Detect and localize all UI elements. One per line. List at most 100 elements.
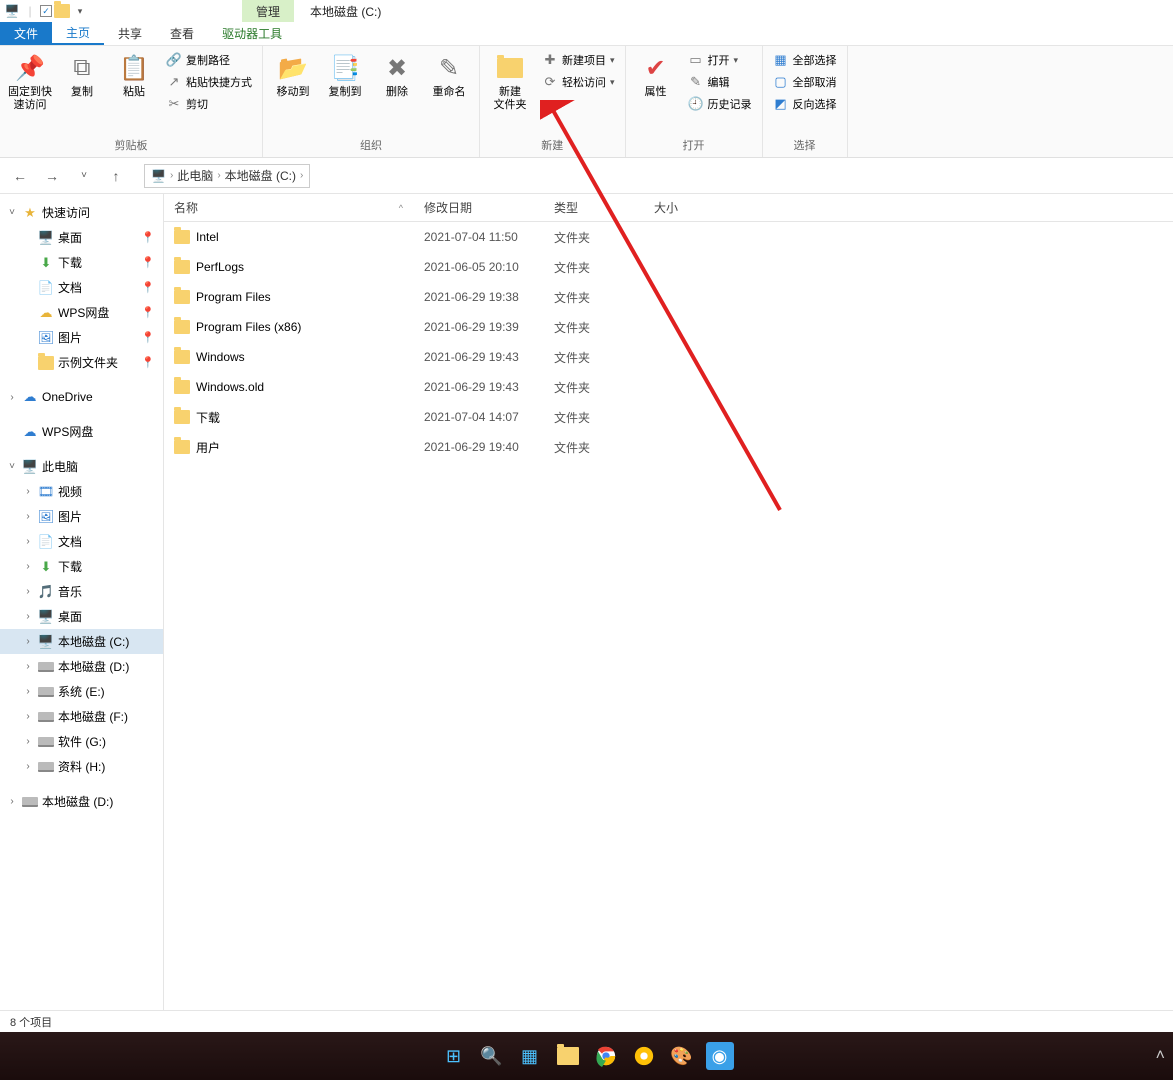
column-type[interactable]: 类型 bbox=[544, 194, 644, 221]
file-row[interactable]: Windows2021-06-29 19:43文件夹 bbox=[164, 342, 1173, 372]
new-folder-button[interactable]: 新建 文件夹 bbox=[486, 50, 534, 114]
expand-icon[interactable]: › bbox=[22, 636, 34, 647]
select-none-button[interactable]: ▢全部取消 bbox=[769, 72, 841, 92]
tree-quick-item[interactable]: 🖥️桌面📍 bbox=[0, 225, 163, 250]
expand-icon[interactable]: › bbox=[22, 486, 34, 497]
expand-icon[interactable]: › bbox=[6, 392, 18, 403]
start-button[interactable]: ⊞ bbox=[440, 1042, 468, 1070]
expand-icon[interactable]: › bbox=[22, 761, 34, 772]
column-date[interactable]: 修改日期 bbox=[414, 194, 544, 221]
rename-button[interactable]: ✎重命名 bbox=[425, 50, 473, 101]
tab-share[interactable]: 共享 bbox=[104, 22, 156, 45]
file-row[interactable]: Intel2021-07-04 11:50文件夹 bbox=[164, 222, 1173, 252]
edit-button[interactable]: ✎编辑 bbox=[684, 72, 756, 92]
tree-drive[interactable]: ›系统 (E:) bbox=[0, 679, 163, 704]
nav-back-button[interactable]: ← bbox=[8, 164, 32, 188]
copy-button[interactable]: ⧉复制 bbox=[58, 50, 106, 101]
cut-button[interactable]: ✂剪切 bbox=[162, 94, 256, 114]
tree-pc-item[interactable]: ›🎞视频 bbox=[0, 479, 163, 504]
tree-drive[interactable]: ›软件 (G:) bbox=[0, 729, 163, 754]
file-row[interactable]: 用户2021-06-29 19:40文件夹 bbox=[164, 432, 1173, 462]
tree-onedrive[interactable]: ›☁OneDrive bbox=[0, 385, 163, 409]
expand-icon[interactable]: › bbox=[22, 736, 34, 747]
desktop-icon: 🖥️ bbox=[38, 230, 54, 246]
tree-drive[interactable]: ›本地磁盘 (F:) bbox=[0, 704, 163, 729]
chrome-canary-taskbar-icon[interactable] bbox=[630, 1042, 658, 1070]
copy-path-button[interactable]: 🔗复制路径 bbox=[162, 50, 256, 70]
copy-to-button[interactable]: 📑复制到 bbox=[321, 50, 369, 101]
taskbar[interactable]: ⊞ 🔍 ▦ 🎨 ◉ ˄ bbox=[0, 1032, 1173, 1080]
file-row[interactable]: PerfLogs2021-06-05 20:10文件夹 bbox=[164, 252, 1173, 282]
nav-recent-button[interactable]: ˅ bbox=[72, 164, 96, 188]
tree-pc-item[interactable]: ›🖼图片 bbox=[0, 504, 163, 529]
qat-dropdown-icon[interactable]: ▾ bbox=[72, 3, 88, 19]
contextual-tab-manage[interactable]: 管理 bbox=[242, 0, 294, 22]
breadcrumb-this-pc[interactable]: 此电脑 bbox=[177, 167, 213, 184]
tree-this-pc[interactable]: ˅🖥️此电脑 bbox=[0, 454, 163, 479]
expand-icon[interactable]: › bbox=[6, 796, 18, 807]
task-view-button[interactable]: ▦ bbox=[516, 1042, 544, 1070]
expand-icon[interactable]: ˅ bbox=[6, 461, 18, 472]
tree-drive[interactable]: ›资料 (H:) bbox=[0, 754, 163, 779]
tree-quick-item[interactable]: 📄文档📍 bbox=[0, 275, 163, 300]
tree-pc-item[interactable]: ›🎵音乐 bbox=[0, 579, 163, 604]
paint-taskbar-icon[interactable]: 🎨 bbox=[668, 1042, 696, 1070]
tab-view[interactable]: 查看 bbox=[156, 22, 208, 45]
expand-icon[interactable]: › bbox=[22, 536, 34, 547]
file-explorer-taskbar-icon[interactable] bbox=[554, 1042, 582, 1070]
tree-wps[interactable]: ☁WPS网盘 bbox=[0, 419, 163, 444]
tree-quick-item[interactable]: ☁WPS网盘📍 bbox=[0, 300, 163, 325]
expand-icon[interactable]: › bbox=[22, 711, 34, 722]
new-item-button[interactable]: ✚新建项目▾ bbox=[538, 50, 619, 70]
tray-chevron-up-icon[interactable]: ˄ bbox=[1156, 1047, 1165, 1065]
history-button[interactable]: 🕘历史记录 bbox=[684, 94, 756, 114]
tab-drive-tools[interactable]: 驱动器工具 bbox=[208, 22, 296, 45]
tab-home[interactable]: 主页 bbox=[52, 22, 104, 45]
expand-icon[interactable]: › bbox=[22, 686, 34, 697]
expand-icon[interactable]: ˅ bbox=[6, 207, 18, 218]
tree-quick-item[interactable]: 示例文件夹📍 bbox=[0, 350, 163, 375]
easy-access-button[interactable]: ⟳轻松访问▾ bbox=[538, 72, 619, 92]
qat-checkbox-icon[interactable]: ✓ bbox=[40, 5, 52, 17]
tree-pc-item[interactable]: ›📄文档 bbox=[0, 529, 163, 554]
file-list[interactable]: Intel2021-07-04 11:50文件夹PerfLogs2021-06-… bbox=[164, 222, 1173, 1010]
expand-icon[interactable]: › bbox=[22, 611, 34, 622]
select-all-button[interactable]: ▦全部选择 bbox=[769, 50, 841, 70]
tree-drive[interactable]: ›本地磁盘 (D:) bbox=[0, 654, 163, 679]
file-row[interactable]: Program Files (x86)2021-06-29 19:39文件夹 bbox=[164, 312, 1173, 342]
tree-pc-item[interactable]: ›🖥️桌面 bbox=[0, 604, 163, 629]
tree-drive[interactable]: ›🖥️本地磁盘 (C:) bbox=[0, 629, 163, 654]
expand-icon[interactable]: › bbox=[22, 586, 34, 597]
nav-forward-button[interactable]: → bbox=[40, 164, 64, 188]
expand-icon[interactable]: › bbox=[22, 511, 34, 522]
paste-shortcut-button[interactable]: ↗粘贴快捷方式 bbox=[162, 72, 256, 92]
tab-file[interactable]: 文件 bbox=[0, 22, 52, 45]
search-button[interactable]: 🔍 bbox=[478, 1042, 506, 1070]
expand-icon[interactable]: › bbox=[22, 661, 34, 672]
column-name[interactable]: 名称^ bbox=[164, 194, 414, 221]
navigation-pane[interactable]: ˅★快速访问🖥️桌面📍⬇下载📍📄文档📍☁WPS网盘📍🖼图片📍示例文件夹📍 ›☁On… bbox=[0, 194, 164, 1010]
address-bar[interactable]: 🖥️ › 此电脑 › 本地磁盘 (C:) › bbox=[144, 164, 310, 188]
file-row[interactable]: Windows.old2021-06-29 19:43文件夹 bbox=[164, 372, 1173, 402]
pin-to-quick-access-button[interactable]: 📌固定到快 速访问 bbox=[6, 50, 54, 114]
file-row[interactable]: Program Files2021-06-29 19:38文件夹 bbox=[164, 282, 1173, 312]
tree-quick-item[interactable]: ⬇下载📍 bbox=[0, 250, 163, 275]
expand-icon[interactable]: › bbox=[22, 561, 34, 572]
chrome-taskbar-icon[interactable] bbox=[592, 1042, 620, 1070]
properties-button[interactable]: ✔属性 bbox=[632, 50, 680, 101]
tree-drive[interactable]: ›本地磁盘 (D:) bbox=[0, 789, 163, 814]
qat-folder-icon[interactable] bbox=[54, 3, 70, 19]
move-to-button[interactable]: 📂移动到 bbox=[269, 50, 317, 101]
delete-button[interactable]: ✖删除 bbox=[373, 50, 421, 101]
tree-quick-access[interactable]: ˅★快速访问 bbox=[0, 200, 163, 225]
invert-selection-button[interactable]: ◩反向选择 bbox=[769, 94, 841, 114]
tree-quick-item[interactable]: 🖼图片📍 bbox=[0, 325, 163, 350]
column-size[interactable]: 大小 bbox=[644, 194, 724, 221]
tree-pc-item[interactable]: ›⬇下载 bbox=[0, 554, 163, 579]
open-button[interactable]: ▭打开▾ bbox=[684, 50, 756, 70]
paste-button[interactable]: 📋粘贴 bbox=[110, 50, 158, 101]
breadcrumb-drive[interactable]: 本地磁盘 (C:) bbox=[225, 167, 296, 184]
photos-taskbar-icon[interactable]: ◉ bbox=[706, 1042, 734, 1070]
nav-up-button[interactable]: ↑ bbox=[104, 164, 128, 188]
file-row[interactable]: 下载2021-07-04 14:07文件夹 bbox=[164, 402, 1173, 432]
